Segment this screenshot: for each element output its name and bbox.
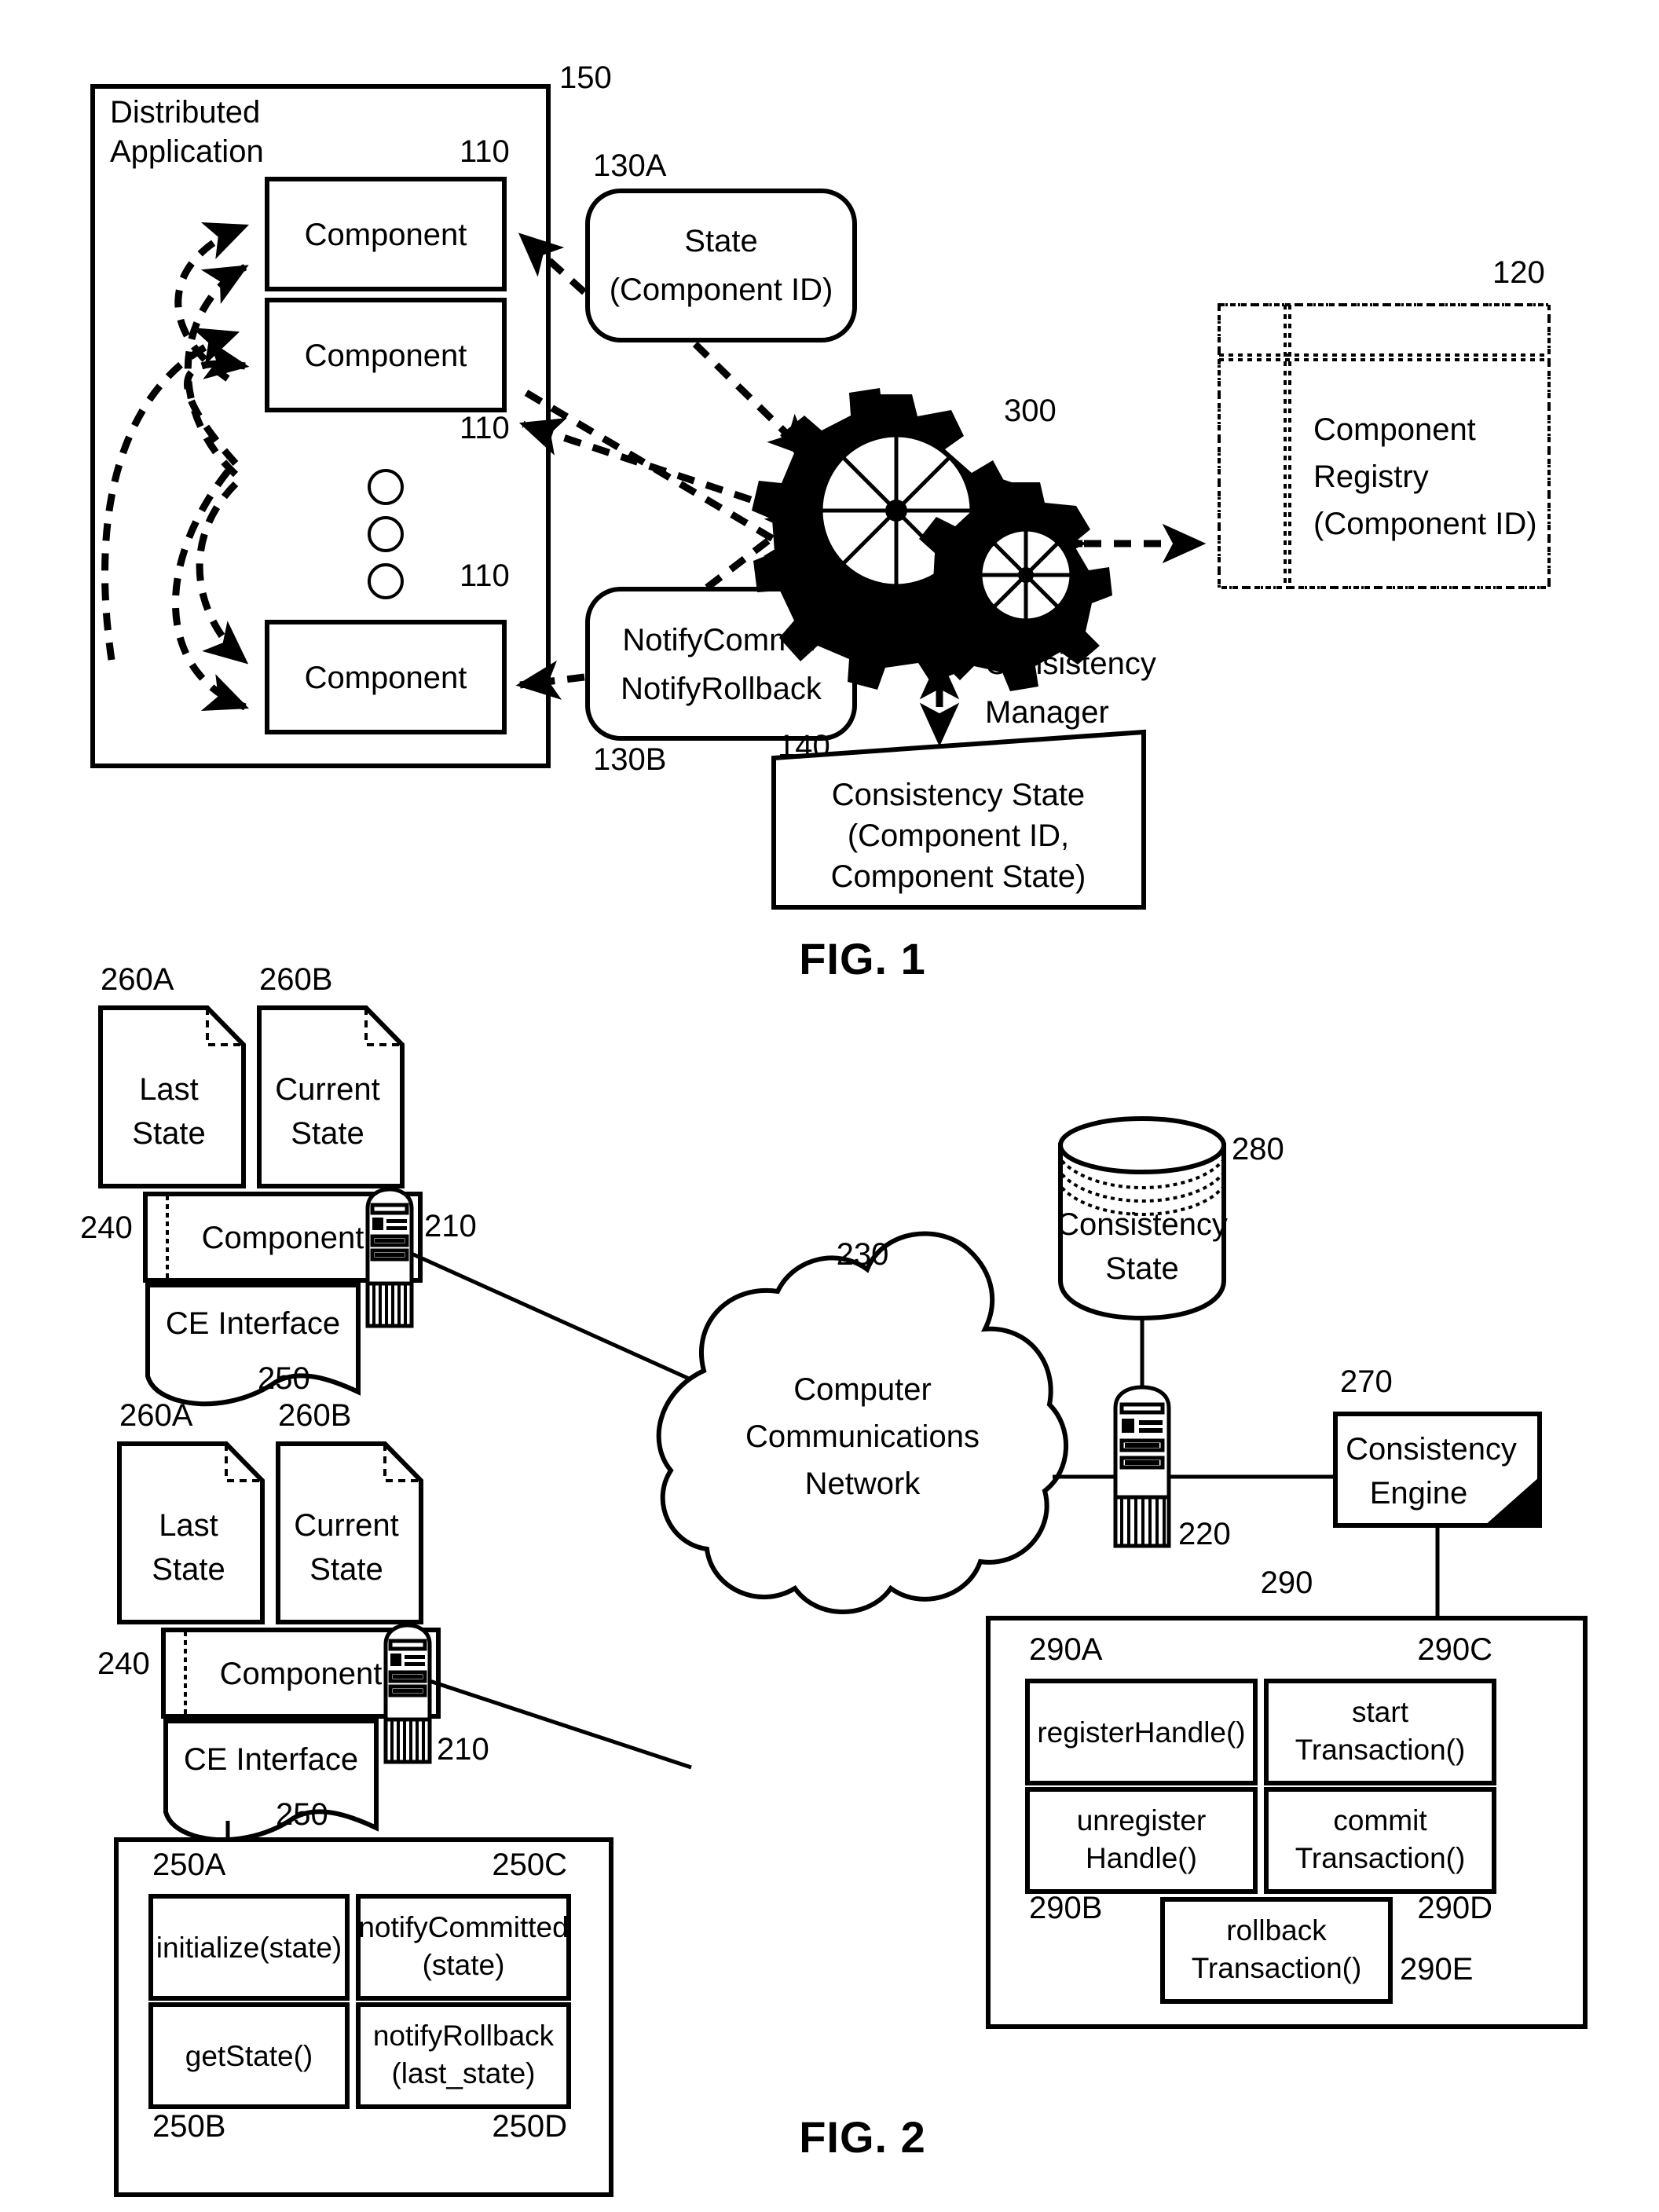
component-registry-line2: Registry (1313, 460, 1429, 494)
figure-2-caption: FIG. 2 (799, 2112, 926, 2162)
ref-250C: 250C (492, 1848, 567, 1882)
ref-290B: 290B (1029, 1891, 1102, 1925)
api-method-rollbacktransaction-line1: rollback (1226, 1914, 1327, 1946)
api-method-getstate-label: getState() (185, 2040, 313, 2072)
ref-280: 280 (1232, 1132, 1284, 1166)
api-method-unregisterhandle-line2: Handle() (1086, 1842, 1197, 1874)
ce-interface-label-1: CE Interface (166, 1306, 340, 1341)
component-registry-line3: (Component ID) (1313, 507, 1537, 541)
ce-interface-document-2 (163, 1719, 379, 1843)
last-state-line1-1: Last (139, 1072, 199, 1107)
ref-290C: 290C (1417, 1632, 1492, 1667)
network-label-line2: Communications (745, 1419, 980, 1454)
ref-290E: 290E (1400, 1952, 1473, 1987)
ref-250-1: 250 (258, 1361, 310, 1396)
current-state-line1-1: Current (275, 1072, 379, 1107)
consistency-state-line2: (Component ID, (848, 819, 1069, 853)
ref-250-2: 250 (276, 1797, 328, 1832)
ref-110-a: 110 (460, 134, 510, 169)
api-method-starttransaction-line2: Transaction() (1295, 1734, 1466, 1766)
current-state-line1-2: Current (294, 1508, 398, 1543)
last-state-line2-1: State (132, 1116, 205, 1151)
consistency-manager-label-line2: Manager (985, 695, 1109, 730)
server-icon-1 (365, 1187, 414, 1328)
consistency-state-line3: Component State) (831, 859, 1086, 894)
state-message-box (585, 189, 857, 342)
ref-240-1: 240 (80, 1210, 133, 1245)
ref-110-c: 110 (460, 558, 510, 593)
api-method-committransaction-line1: commit (1333, 1804, 1427, 1837)
ref-210-1: 210 (424, 1209, 477, 1243)
ref-250D: 250D (492, 2109, 567, 2144)
ref-130B: 130B (593, 742, 666, 777)
ref-300: 300 (1004, 394, 1057, 428)
api-method-committransaction-line2: Transaction() (1295, 1842, 1466, 1874)
api-method-initialize-label: initialize(state) (156, 1932, 342, 1964)
ref-260A-2: 260A (119, 1398, 193, 1433)
ref-140: 140 (778, 729, 830, 764)
component-label-1: Component (305, 218, 467, 252)
last-state-line1-2: Last (159, 1508, 218, 1543)
ce-interface-document-1 (145, 1283, 361, 1407)
ref-110-b: 110 (460, 411, 510, 445)
ref-240-2: 240 (97, 1646, 150, 1681)
component-label-node-2: Component (220, 1657, 383, 1691)
ref-260B-1: 260B (259, 962, 332, 997)
current-state-line2-2: State (309, 1552, 383, 1587)
ref-270: 270 (1340, 1364, 1393, 1399)
ref-230: 230 (837, 1237, 889, 1272)
link-node1-network (410, 1251, 699, 1385)
consistency-engine-line1: Consistency (1346, 1432, 1517, 1467)
state-message-line2: (Component ID) (610, 273, 833, 307)
current-state-line2-1: State (291, 1116, 364, 1151)
api-method-starttransaction-line1: start (1352, 1696, 1409, 1728)
last-state-line2-2: State (152, 1552, 225, 1587)
consistency-engine-line2: Engine (1370, 1476, 1468, 1511)
ref-290: 290 (1261, 1566, 1313, 1600)
ref-290D: 290D (1417, 1891, 1492, 1925)
server-icon-2 (383, 1623, 432, 1764)
consistency-state-db-line2: State (1105, 1251, 1178, 1286)
component-label-3: Component (305, 661, 467, 695)
api-method-notifyrollback-line1: notifyRollback (373, 2020, 555, 2052)
network-label-line1: Computer (793, 1372, 932, 1407)
ref-260A-1: 260A (101, 962, 174, 997)
figures-svg: Distributed Application 150 Component 11… (80, 60, 1588, 2197)
ref-250B: 250B (152, 2109, 225, 2144)
distributed-application-label-line1: Distributed (110, 95, 260, 130)
api-method-notifycommitted-line2: (state) (423, 1949, 505, 1981)
ref-120: 120 (1492, 255, 1545, 290)
distributed-application-label-line2: Application (110, 134, 264, 169)
ref-260B-2: 260B (278, 1398, 351, 1433)
server-icon-center (1113, 1385, 1171, 1548)
ref-220: 220 (1178, 1517, 1231, 1551)
ref-130A: 130A (593, 148, 667, 183)
consistency-manager-label-line1: Consistency (985, 646, 1156, 681)
ref-250A: 250A (152, 1848, 226, 1882)
patent-drawing-sheet: Distributed Application 150 Component 11… (0, 0, 1659, 2212)
api-method-notifyrollback-line2: (last_state) (391, 2057, 535, 2089)
notify-message-line2: NotifyRollback (621, 672, 822, 706)
ref-150: 150 (559, 60, 612, 95)
api-method-notifycommitted-line1: notifyCommitted (358, 1911, 568, 1943)
ref-210-2: 210 (437, 1732, 489, 1767)
state-message-line1: State (684, 224, 757, 258)
consistency-state-line1: Consistency State (832, 778, 1085, 812)
network-label-line3: Network (805, 1467, 921, 1501)
ce-interface-label-2: CE Interface (184, 1742, 358, 1777)
component-registry-line1: Component (1313, 412, 1476, 447)
consistency-state-db-line1: Consistency (1057, 1207, 1228, 1242)
ref-290A: 290A (1029, 1632, 1103, 1667)
api-method-unregisterhandle-line1: unregister (1077, 1804, 1207, 1837)
figure-1-caption: FIG. 1 (799, 934, 926, 983)
component-label-2: Component (305, 339, 467, 373)
api-method-registerhandle-label: registerHandle() (1037, 1716, 1245, 1749)
component-label-node-1: Component (202, 1221, 364, 1255)
api-method-rollbacktransaction-line2: Transaction() (1192, 1952, 1362, 1984)
